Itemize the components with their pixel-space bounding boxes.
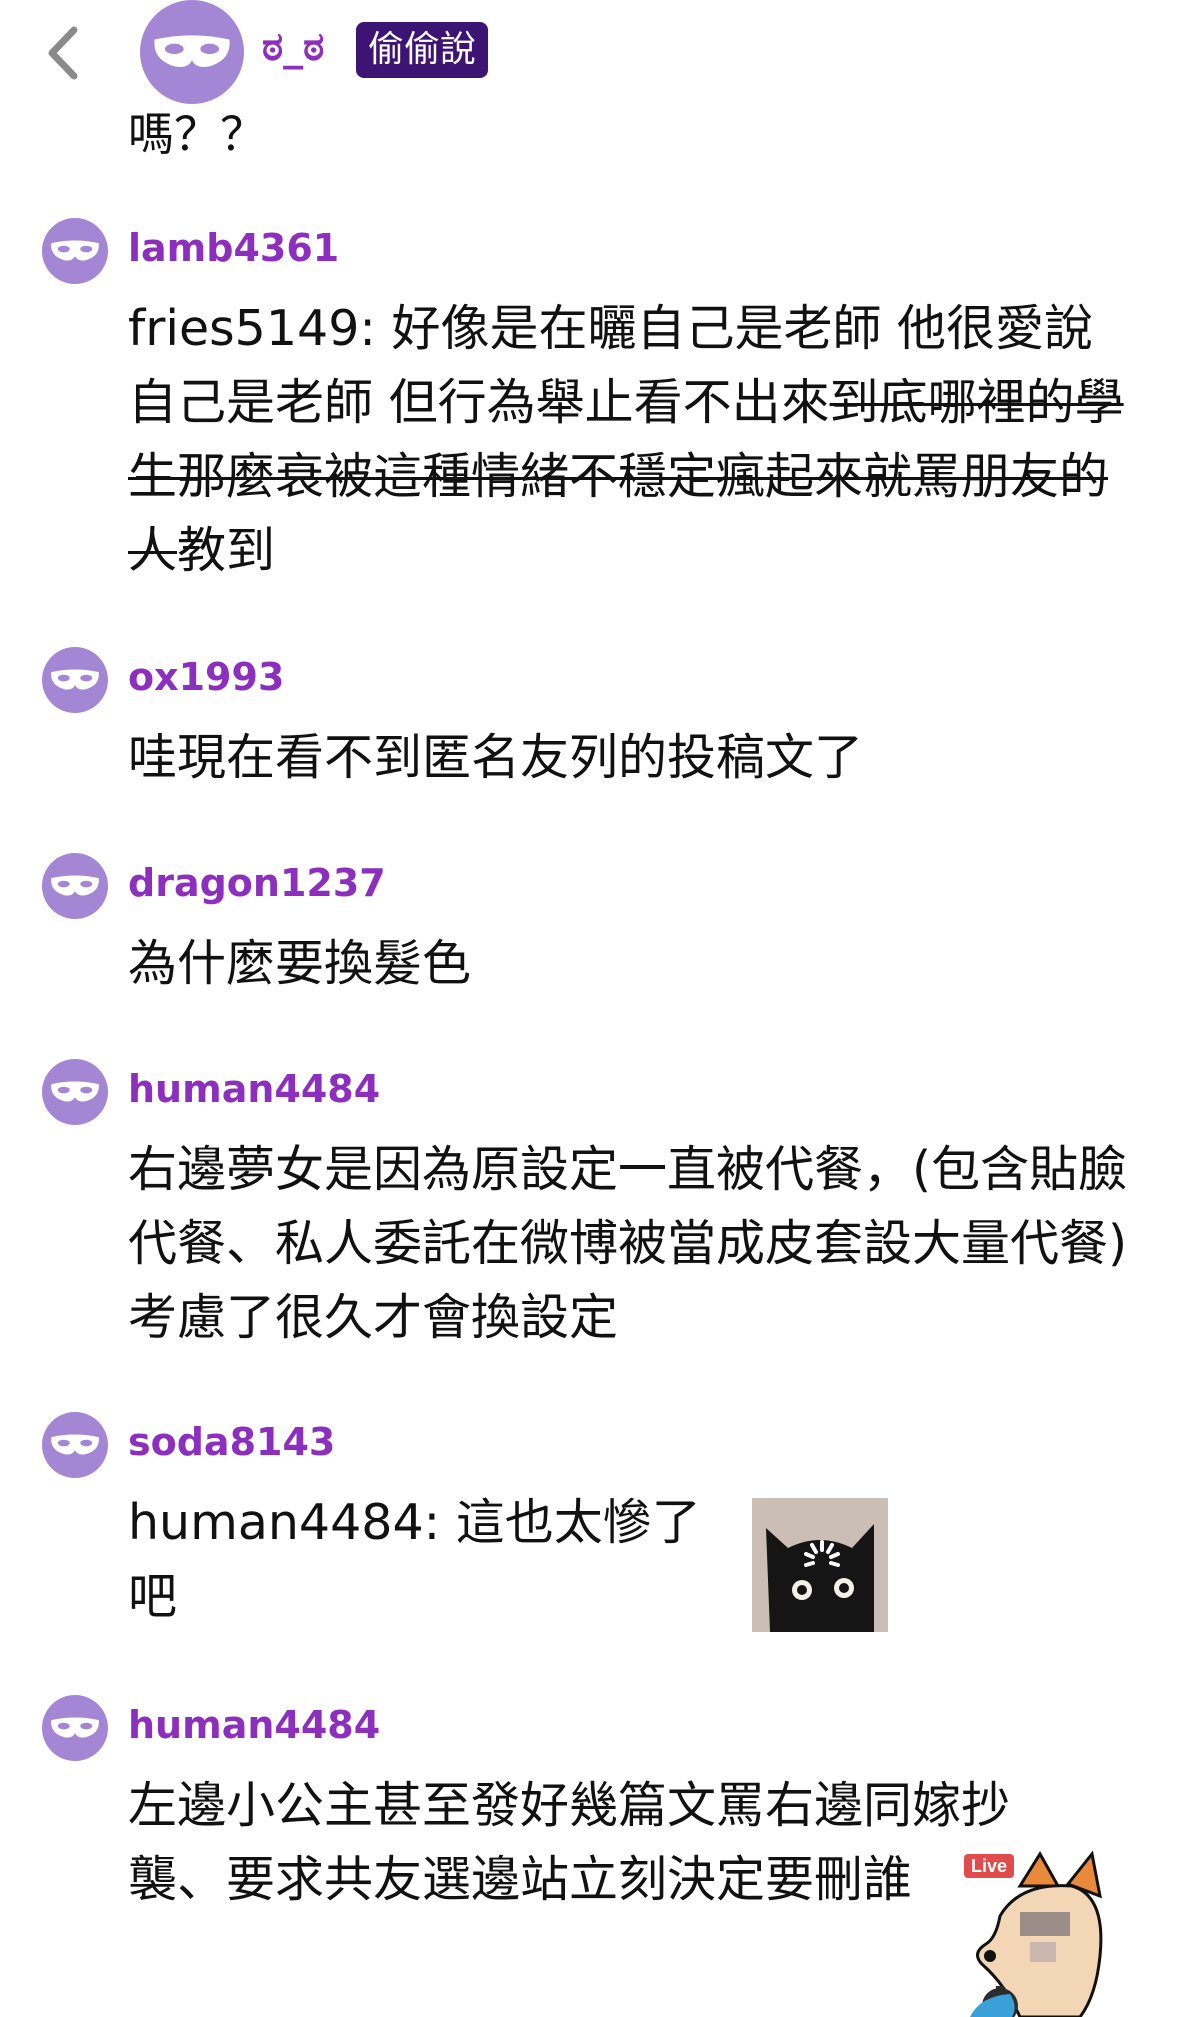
comment-username[interactable]: dragon1237 <box>128 861 386 905</box>
comment-username[interactable]: human4484 <box>128 1067 380 1111</box>
mask-icon <box>154 35 230 67</box>
post-text-tail: 嗎？？ <box>128 107 266 161</box>
comment-username[interactable]: ox1993 <box>128 655 284 699</box>
comment-text: fries5149: 好像是在曬自己是老師 他很愛說自己是老師 但行為舉止看不出… <box>128 292 1138 588</box>
avatar[interactable] <box>42 1412 108 1478</box>
avatar[interactable] <box>42 1059 108 1125</box>
avatar[interactable] <box>140 0 244 104</box>
avatar[interactable] <box>42 647 108 713</box>
live-label: Live <box>971 1856 1007 1876</box>
comment-text: 右邊夢女是因為原設定一直被代餐，(包含貼臉代餐、私人委託在微博被當成皮套設大量代… <box>128 1141 1128 1346</box>
mask-icon <box>51 1081 99 1102</box>
avatar[interactable] <box>42 1695 108 1761</box>
comment-text: 為什麼要換髮色 <box>128 935 472 992</box>
comment-username[interactable]: soda8143 <box>128 1420 335 1464</box>
mask-icon <box>51 669 99 690</box>
cat-loading-sticker-icon[interactable] <box>752 1498 888 1632</box>
chevron-left-icon <box>48 26 78 80</box>
back-button[interactable] <box>40 22 90 84</box>
comment-text: 哇現在看不到匿名友列的投稿文了 <box>128 729 864 786</box>
comment-text-tail: 教到 <box>177 522 276 579</box>
mask-icon <box>51 1717 99 1738</box>
mask-icon <box>51 875 99 896</box>
avatar[interactable] <box>42 218 108 284</box>
avatar[interactable] <box>42 853 108 919</box>
mask-icon <box>51 240 99 261</box>
anonymous-badge: 偷偷說 <box>356 22 489 78</box>
comment-text: human4484: 這也太慘了吧 <box>128 1494 701 1625</box>
comment-username[interactable]: lamb4361 <box>128 226 339 270</box>
fox-live-sticker-icon[interactable]: Live <box>960 1846 1110 2017</box>
author-name[interactable]: ಠ_ಠ <box>262 24 324 70</box>
comment-username[interactable]: human4484 <box>128 1703 380 1747</box>
mask-icon <box>51 1434 99 1455</box>
comment-text: 左邊小公主甚至發好幾篇文罵右邊同嫁抄襲、要求共友選邊站立刻決定要刪誰 <box>128 1777 1011 1908</box>
